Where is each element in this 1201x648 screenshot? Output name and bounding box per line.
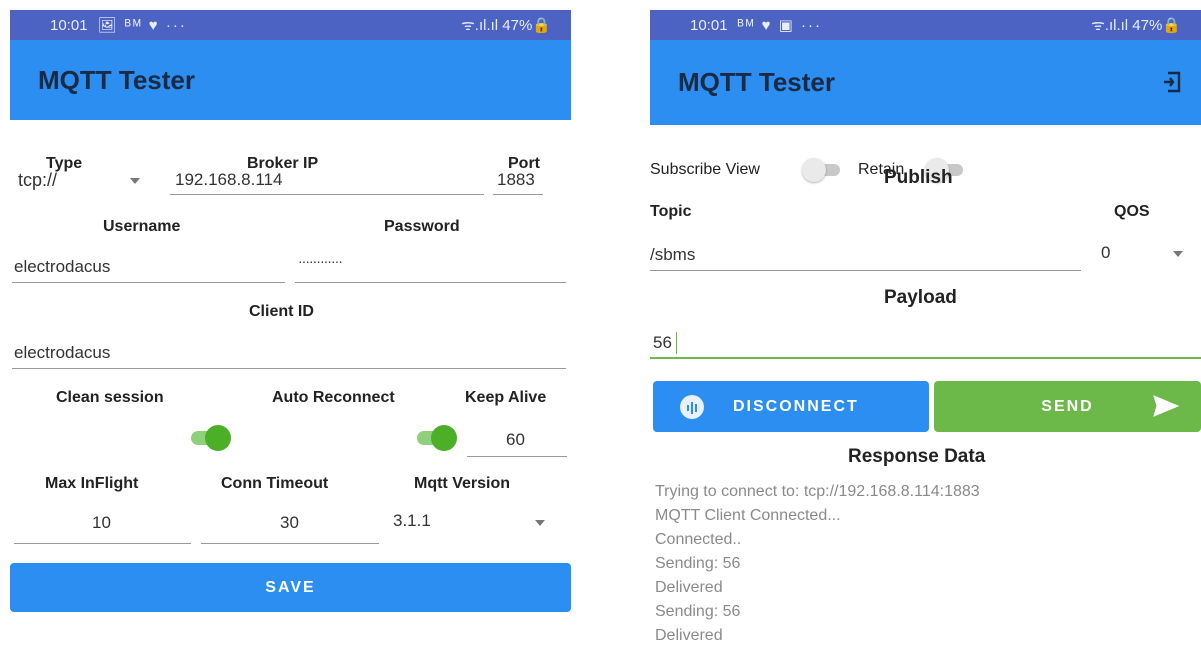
client-id-value: electrodacus [14, 343, 111, 362]
response-line: Sending: 56 [655, 603, 741, 620]
clean-session-toggle[interactable] [191, 425, 231, 451]
disconnect-button[interactable]: DISCONNECT [653, 381, 929, 432]
send-button[interactable]: SEND [934, 381, 1201, 432]
payload-value: 56 [653, 333, 672, 352]
response-line: Trying to connect to: tcp://192.168.8.11… [655, 483, 980, 500]
payload-heading: Payload [884, 287, 957, 308]
subscribe-view-toggle[interactable] [802, 158, 842, 182]
status-time: 10:01 [50, 16, 88, 34]
right-status-bar: 10:01 ᴮᴹ ♥ ▣ ··· ᯤ.ıl.ıl 47%🔒 [650, 10, 1201, 40]
response-line: Connected.. [655, 531, 742, 548]
topic-value: /sbms [650, 245, 696, 264]
username-underline [12, 282, 285, 283]
mqtt-version-label: Mqtt Version [414, 475, 511, 492]
response-line: Delivered [655, 627, 723, 644]
conn-timeout-value: 30 [280, 513, 299, 532]
port-underline [493, 194, 543, 195]
notification-icons: 🖼 ᴮᴹ ♥ ··· [97, 17, 187, 34]
username-label: Username [103, 218, 181, 235]
keep-alive-label: Keep Alive [465, 389, 547, 406]
chevron-down-icon [130, 178, 140, 184]
app-title: MQTT Tester [678, 67, 835, 97]
save-button-label: SAVE [265, 578, 316, 596]
port-value: 1883 [497, 170, 535, 189]
toggle-knob [431, 425, 457, 451]
conn-timeout-label: Conn Timeout [221, 475, 329, 492]
toggle-knob [802, 158, 826, 182]
password-value: ············ [298, 253, 343, 269]
save-button[interactable]: SAVE [10, 563, 571, 612]
password-underline [295, 282, 566, 283]
auto-reconnect-toggle[interactable] [417, 425, 457, 451]
text-cursor [676, 332, 677, 354]
qos-value: 0 [1101, 243, 1111, 262]
status-time: 10:01 [690, 16, 728, 34]
max-inflight-underline [14, 543, 191, 544]
subscribe-view-label: Subscribe View [650, 161, 760, 178]
publish-heading: Publish [884, 167, 953, 188]
topic-label: Topic [650, 203, 692, 220]
clean-session-label: Clean session [56, 389, 164, 406]
wifi-signal-icon [680, 394, 704, 419]
client-id-label: Client ID [249, 303, 314, 320]
response-line: MQTT Client Connected... [655, 507, 841, 524]
response-line: Delivered [655, 579, 723, 596]
left-status-bar: 10:01 🖼 ᴮᴹ ♥ ··· ᯤ.ıl.ıl 47%🔒 [10, 10, 571, 40]
notification-icons: ᴮᴹ ♥ ▣ ··· [737, 17, 822, 34]
app-title: MQTT Tester [38, 64, 195, 95]
right-app-bar: MQTT Tester [650, 40, 1201, 125]
send-icon [1153, 395, 1179, 417]
battery-signal-indicator: ᯤ.ıl.ıl 47%🔒 [1091, 17, 1181, 34]
topic-underline [650, 270, 1081, 271]
response-line: Sending: 56 [655, 555, 741, 572]
chevron-down-icon [535, 520, 545, 526]
response-log: Trying to connect to: tcp://192.168.8.11… [655, 480, 980, 648]
keep-alive-value: 60 [506, 430, 525, 449]
broker-ip-underline [170, 194, 484, 195]
max-inflight-label: Max InFlight [45, 475, 139, 492]
auto-reconnect-label: Auto Reconnect [272, 389, 395, 406]
disconnect-button-label: DISCONNECT [733, 397, 859, 415]
mqtt-version-value: 3.1.1 [393, 511, 431, 530]
type-select-value: tcp:// [18, 170, 58, 190]
battery-signal-indicator: ᯤ.ıl.ıl 47%🔒 [461, 17, 551, 34]
chevron-down-icon [1173, 251, 1183, 257]
broker-ip-value: 192.168.8.114 [175, 170, 283, 189]
send-button-label: SEND [1041, 397, 1094, 415]
qos-label: QOS [1114, 203, 1150, 220]
client-id-underline [12, 368, 566, 369]
conn-timeout-underline [201, 543, 379, 544]
logout-icon[interactable] [1162, 70, 1182, 94]
left-app-bar: MQTT Tester [10, 40, 571, 120]
username-value: electrodacus [14, 257, 111, 276]
response-data-heading: Response Data [848, 446, 986, 467]
toggle-knob [205, 425, 231, 451]
password-label: Password [384, 218, 460, 235]
payload-underline [650, 357, 1201, 359]
keep-alive-underline [467, 456, 567, 457]
max-inflight-value: 10 [92, 513, 111, 532]
